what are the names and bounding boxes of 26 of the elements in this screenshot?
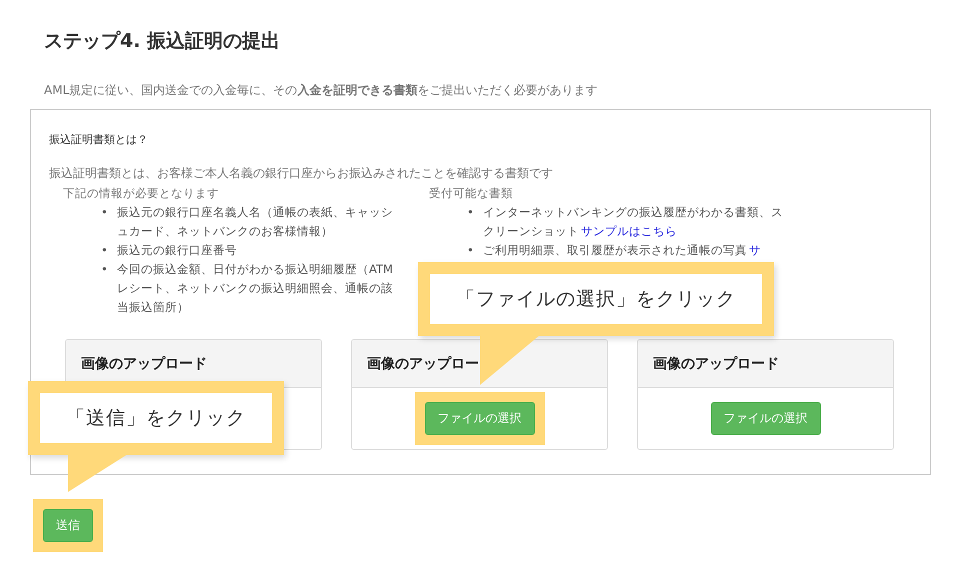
list-item: 振込元の銀行口座番号 [117, 242, 238, 259]
page-title: ステップ4. 振込証明の提出 [44, 29, 282, 54]
file-select-button[interactable]: ファイルの選択 [424, 402, 534, 435]
sample-link[interactable]: サ [749, 243, 761, 257]
card-title: 画像のアップロード [81, 354, 207, 372]
list-item: ご利用明細票、取引履歴が表示された通帳の写真 サ [483, 242, 762, 259]
bullet-mark: • [101, 242, 109, 259]
card-title: 画像のアップロード [653, 354, 779, 372]
description-text: 振込証明書類とは、お客様ご本人名義の銀行口座からお振込みされたことを確認する書類です [49, 165, 554, 182]
submit-button[interactable]: 送信 [43, 509, 93, 542]
intro-text: AML規定に従い、国内送金での入金毎に、その入金を証明できる書類をご提出いただく必要があります [44, 82, 598, 99]
callout-text: 「送信」をクリック [66, 407, 246, 429]
list-item: インターネットバンキングの振込履歴がわかる書類、スクリーンショット サンプルはこちら [483, 204, 783, 240]
bullet-mark: • [101, 261, 109, 278]
question-text: 振込証明書類とは？ [49, 132, 149, 147]
bullet-mark: • [101, 204, 109, 221]
card-title: 画像のアップロー [367, 354, 479, 372]
file-select-button[interactable]: ファイルの選択 [710, 402, 820, 435]
column-heading: 受付可能な書類 [429, 186, 514, 201]
sample-link[interactable]: サンプルはこちら [581, 224, 677, 238]
callout-text: 「ファイルの選択」をクリック [456, 288, 736, 310]
list-item: 今回の振込金額、日付がわかる振込明細履歴（ATMレシート、ネットバンクの振込明細照会、通帳の該当振込箇所） [117, 261, 394, 316]
column-heading: 下記の情報が必要となります [63, 186, 220, 201]
bullet-mark: • [467, 242, 475, 259]
bullet-mark: • [467, 204, 475, 221]
list-item: 振込元の銀行口座名義人名（通帳の表紙、キャッシュカード、ネットバンクのお客様情報） [117, 204, 394, 240]
